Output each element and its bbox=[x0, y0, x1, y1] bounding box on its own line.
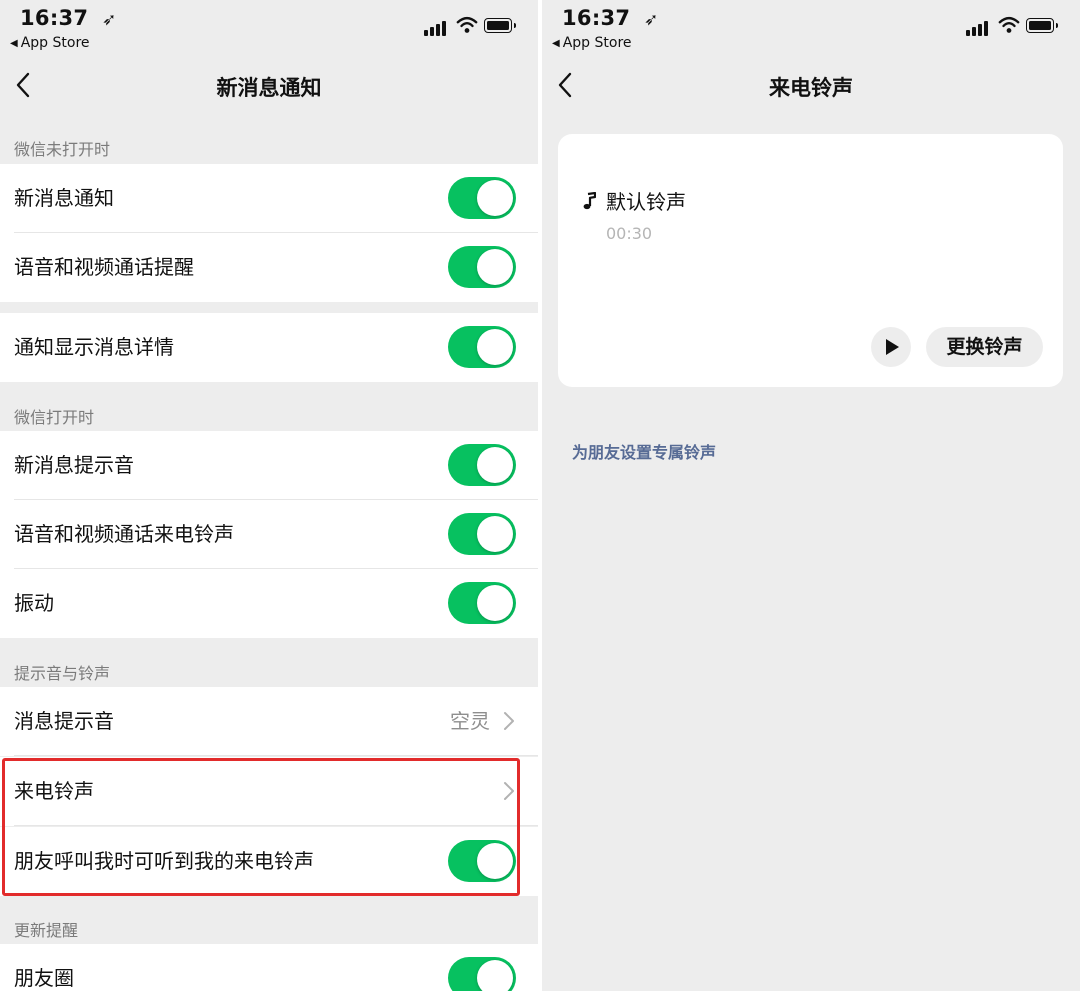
switch-knob bbox=[477, 843, 513, 879]
switch-knob bbox=[477, 585, 513, 621]
status-bar: 16:37 ➶ ◀ App Store bbox=[0, 0, 538, 56]
switch-knob bbox=[477, 249, 513, 285]
switch-knob bbox=[477, 180, 513, 216]
location-arrow-icon: ➶ bbox=[101, 10, 117, 30]
ringtone-card: 默认铃声 00:30 更换铃声 bbox=[558, 134, 1063, 387]
message-tone-value: 空灵 bbox=[450, 709, 490, 733]
setting-label: 新消息提示音 bbox=[14, 453, 134, 477]
wifi-icon bbox=[998, 16, 1020, 33]
call-ringtone-switch[interactable] bbox=[448, 513, 516, 555]
section-header: 更新提醒 bbox=[14, 921, 79, 940]
signal-icon bbox=[966, 30, 970, 36]
signal-bar bbox=[978, 24, 982, 36]
battery-icon bbox=[484, 18, 516, 33]
change-ringtone-button[interactable]: 更换铃声 bbox=[926, 327, 1043, 367]
status-bar: 16:37 ➶ ◀ App Store bbox=[542, 0, 1080, 56]
status-time: 16:37 bbox=[20, 6, 89, 30]
set-friend-ringtone-link[interactable]: 为朋友设置专属铃声 bbox=[572, 439, 716, 463]
signal-icon bbox=[424, 30, 428, 36]
friends-hear-ringtone-switch[interactable] bbox=[448, 840, 516, 882]
setting-row-message-tone[interactable]: 消息提示音 空灵 bbox=[0, 687, 538, 756]
section-header: 提示音与铃声 bbox=[14, 664, 111, 683]
moments-switch[interactable] bbox=[448, 957, 516, 991]
setting-label: 朋友呼叫我时可听到我的来电铃声 bbox=[14, 849, 314, 873]
setting-label: 语音和视频通话提醒 bbox=[14, 255, 194, 279]
notification-settings-screen: 16:37 ➶ ◀ App Store 新消息通知 微信未打开时 新消息通知 语… bbox=[0, 0, 538, 991]
message-sound-switch[interactable] bbox=[448, 444, 516, 486]
back-app-label: App Store bbox=[20, 35, 90, 51]
setting-row-new-message-notify: 新消息通知 bbox=[0, 164, 538, 233]
chevron-right-icon bbox=[504, 782, 514, 800]
setting-row-call-ringtone: 语音和视频通话来电铃声 bbox=[0, 500, 538, 569]
call-reminder-switch[interactable] bbox=[448, 246, 516, 288]
page-title: 来电铃声 bbox=[769, 76, 853, 100]
setting-row-moments: 朋友圈 bbox=[0, 944, 538, 991]
setting-row-show-details: 通知显示消息详情 bbox=[0, 313, 538, 382]
show-details-switch[interactable] bbox=[448, 326, 516, 368]
switch-knob bbox=[477, 516, 513, 552]
new-message-notify-switch[interactable] bbox=[448, 177, 516, 219]
ringtone-duration: 00:30 bbox=[606, 224, 653, 243]
setting-label: 来电铃声 bbox=[14, 779, 94, 803]
setting-row-incoming-ringtone[interactable]: 来电铃声 bbox=[0, 757, 538, 826]
back-to-app-store-link[interactable]: ◀ App Store bbox=[552, 35, 632, 51]
setting-row-friends-hear-ringtone: 朋友呼叫我时可听到我的来电铃声 bbox=[0, 827, 538, 896]
status-icons bbox=[424, 16, 516, 36]
chevron-right-icon bbox=[504, 712, 514, 730]
back-triangle-icon: ◀ bbox=[552, 38, 560, 49]
music-note-icon bbox=[583, 192, 596, 210]
setting-label: 新消息通知 bbox=[14, 186, 114, 210]
vibrate-switch[interactable] bbox=[448, 582, 516, 624]
page-title: 新消息通知 bbox=[216, 76, 322, 100]
back-app-label: App Store bbox=[562, 35, 632, 51]
setting-label: 语音和视频通话来电铃声 bbox=[14, 522, 234, 546]
status-time: 16:37 bbox=[562, 6, 631, 30]
ringtone-screen: 16:37 ➶ ◀ App Store 来电铃声 默认铃声 00:30 更换铃声… bbox=[542, 0, 1080, 991]
section-header: 微信未打开时 bbox=[14, 140, 111, 159]
setting-row-message-sound: 新消息提示音 bbox=[0, 431, 538, 500]
section-header: 微信打开时 bbox=[14, 408, 95, 427]
battery-icon bbox=[1026, 18, 1058, 33]
row-divider bbox=[14, 755, 538, 756]
location-arrow-icon: ➶ bbox=[643, 10, 659, 30]
play-button[interactable] bbox=[871, 327, 911, 367]
switch-knob bbox=[477, 960, 513, 991]
switch-knob bbox=[477, 329, 513, 365]
setting-label: 振动 bbox=[14, 591, 54, 615]
play-icon bbox=[886, 339, 899, 355]
signal-bar bbox=[442, 21, 446, 36]
signal-bar bbox=[436, 24, 440, 36]
back-to-app-store-link[interactable]: ◀ App Store bbox=[10, 35, 90, 51]
setting-row-vibrate: 振动 bbox=[0, 569, 538, 638]
nav-bar: 新消息通知 bbox=[0, 58, 538, 114]
ringtone-name: 默认铃声 bbox=[606, 190, 686, 214]
setting-label: 朋友圈 bbox=[14, 966, 74, 990]
nav-bar: 来电铃声 bbox=[542, 58, 1080, 114]
status-icons bbox=[966, 16, 1058, 36]
setting-label: 消息提示音 bbox=[14, 709, 114, 733]
signal-bar bbox=[430, 27, 434, 36]
wifi-icon bbox=[456, 16, 478, 33]
row-divider bbox=[14, 825, 538, 826]
back-triangle-icon: ◀ bbox=[10, 38, 18, 49]
setting-label: 通知显示消息详情 bbox=[14, 335, 174, 359]
switch-knob bbox=[477, 447, 513, 483]
signal-bar bbox=[984, 21, 988, 36]
signal-bar bbox=[972, 27, 976, 36]
setting-row-call-reminder: 语音和视频通话提醒 bbox=[0, 233, 538, 302]
